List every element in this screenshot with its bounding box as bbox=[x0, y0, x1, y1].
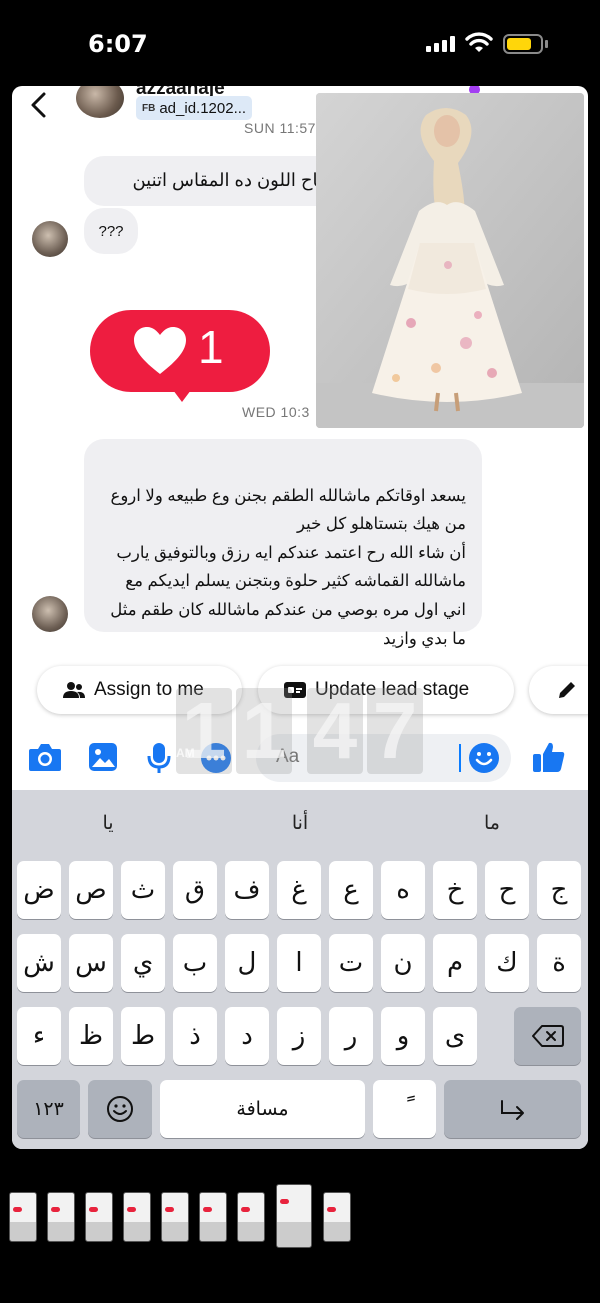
key[interactable]: ى bbox=[433, 1007, 477, 1065]
key[interactable]: ز bbox=[277, 1007, 321, 1065]
key[interactable]: ذ bbox=[173, 1007, 217, 1065]
key[interactable]: س bbox=[69, 934, 113, 992]
text-caret bbox=[459, 744, 461, 772]
ad-tag-prefix: FB bbox=[142, 102, 156, 114]
clock-ampm: AM bbox=[176, 746, 195, 760]
message-text-main: يسعد اوقاتكم ماشالله الطقم بجنن وع طبيعه… bbox=[110, 486, 466, 648]
return-key[interactable] bbox=[444, 1080, 581, 1138]
smiley-icon bbox=[107, 1096, 133, 1122]
message-text-question: ??? bbox=[98, 222, 124, 240]
key[interactable]: د bbox=[225, 1007, 269, 1065]
thumbnail[interactable] bbox=[123, 1192, 151, 1242]
backspace-icon bbox=[531, 1025, 564, 1047]
key[interactable]: ت bbox=[329, 934, 373, 992]
key[interactable]: ث bbox=[121, 861, 165, 919]
key[interactable]: غ bbox=[277, 861, 321, 919]
key[interactable]: ن bbox=[381, 934, 425, 992]
key[interactable]: ل bbox=[225, 934, 269, 992]
back-arrow-icon[interactable] bbox=[26, 90, 52, 120]
message-bubble-question[interactable]: ??? bbox=[84, 208, 138, 254]
edit-button[interactable] bbox=[529, 666, 588, 714]
heart-icon bbox=[134, 327, 186, 374]
clock-digit: 1 bbox=[236, 686, 292, 775]
key[interactable]: ف bbox=[225, 861, 269, 919]
thumbnail-active[interactable] bbox=[276, 1184, 312, 1248]
dress-image bbox=[316, 93, 584, 428]
status-bar: 6:07 bbox=[0, 0, 600, 86]
messenger-screen: azzaanaje FB ad_id.1202... SUN 11:57 بكر… bbox=[12, 86, 588, 1149]
timestamp-mid: WED 10:3 bbox=[242, 404, 310, 420]
sender-avatar bbox=[32, 221, 68, 257]
reaction-count: 1 bbox=[198, 321, 224, 373]
timestamp-top: SUN 11:57 bbox=[244, 120, 316, 136]
emoji-icon[interactable] bbox=[468, 742, 500, 774]
clock-digit: 1 bbox=[176, 686, 232, 775]
battery-cap bbox=[545, 40, 548, 48]
key[interactable]: ه bbox=[381, 861, 425, 919]
wifi-icon bbox=[465, 32, 493, 52]
suggestion-1[interactable]: يا bbox=[12, 798, 204, 848]
tanwin-key[interactable]: ً bbox=[373, 1080, 436, 1138]
key[interactable]: ر bbox=[329, 1007, 373, 1065]
thumbnail[interactable] bbox=[237, 1192, 265, 1242]
contact-avatar[interactable] bbox=[76, 86, 124, 118]
thumbnail[interactable] bbox=[9, 1192, 37, 1242]
reaction-tail bbox=[170, 386, 194, 402]
battery-icon bbox=[503, 34, 543, 54]
numbers-key[interactable]: ١٢٣ bbox=[17, 1080, 80, 1138]
ad-tag-label: ad_id.1202... bbox=[159, 99, 247, 117]
thumbnail[interactable] bbox=[47, 1192, 75, 1242]
status-time: 6:07 bbox=[88, 30, 148, 58]
key[interactable]: م bbox=[433, 934, 477, 992]
ad-id-tag[interactable]: FB ad_id.1202... bbox=[136, 96, 253, 120]
camera-icon[interactable] bbox=[28, 742, 62, 772]
thumbnail[interactable] bbox=[161, 1192, 189, 1242]
backspace-key[interactable] bbox=[514, 1007, 581, 1065]
key[interactable]: ض bbox=[17, 861, 61, 919]
key[interactable]: ء bbox=[17, 1007, 61, 1065]
return-icon bbox=[500, 1100, 524, 1120]
product-photo[interactable] bbox=[316, 93, 584, 428]
suggestion-2[interactable]: أنا bbox=[204, 798, 396, 848]
thumbnail[interactable] bbox=[199, 1192, 227, 1242]
clock-digit: 7 bbox=[367, 686, 423, 775]
key[interactable]: ج bbox=[537, 861, 581, 919]
thumbs-up-icon[interactable] bbox=[532, 740, 566, 774]
thumbnail[interactable] bbox=[323, 1192, 351, 1242]
arabic-keyboard: يا أنا ما ض ص ث ق ف غ ع ه خ ح ج ش س ي ب … bbox=[12, 790, 588, 1149]
space-key[interactable]: مسافة bbox=[160, 1080, 365, 1138]
sender-avatar-2 bbox=[32, 596, 68, 632]
reaction-badge[interactable]: 1 bbox=[90, 310, 270, 392]
thumbnail[interactable] bbox=[85, 1192, 113, 1242]
key[interactable]: ا bbox=[277, 934, 321, 992]
key[interactable]: ش bbox=[17, 934, 61, 992]
clock-digit: 4 bbox=[307, 686, 363, 775]
key[interactable]: ع bbox=[329, 861, 373, 919]
key[interactable]: ص bbox=[69, 861, 113, 919]
key[interactable]: خ bbox=[433, 861, 477, 919]
key[interactable]: و bbox=[381, 1007, 425, 1065]
cellular-signal-icon bbox=[426, 36, 456, 52]
gallery-icon[interactable] bbox=[88, 742, 118, 772]
pencil-icon bbox=[559, 682, 575, 698]
key[interactable]: ك bbox=[485, 934, 529, 992]
key[interactable]: ظ bbox=[69, 1007, 113, 1065]
message-bubble-main[interactable]: يسعد اوقاتكم ماشالله الطقم بجنن وع طبيعه… bbox=[84, 439, 482, 648]
key[interactable]: ي bbox=[121, 934, 165, 992]
key[interactable]: ط bbox=[121, 1007, 165, 1065]
key[interactable]: ق bbox=[173, 861, 217, 919]
thumbnail-strip bbox=[0, 1178, 600, 1258]
key[interactable]: ة bbox=[537, 934, 581, 992]
clock-overlay: 1 1 4 7 AM bbox=[164, 686, 423, 775]
people-icon bbox=[63, 682, 85, 698]
suggestion-3[interactable]: ما bbox=[396, 798, 588, 848]
key[interactable]: ح bbox=[485, 861, 529, 919]
emoji-key[interactable] bbox=[88, 1080, 152, 1138]
key[interactable]: ب bbox=[173, 934, 217, 992]
